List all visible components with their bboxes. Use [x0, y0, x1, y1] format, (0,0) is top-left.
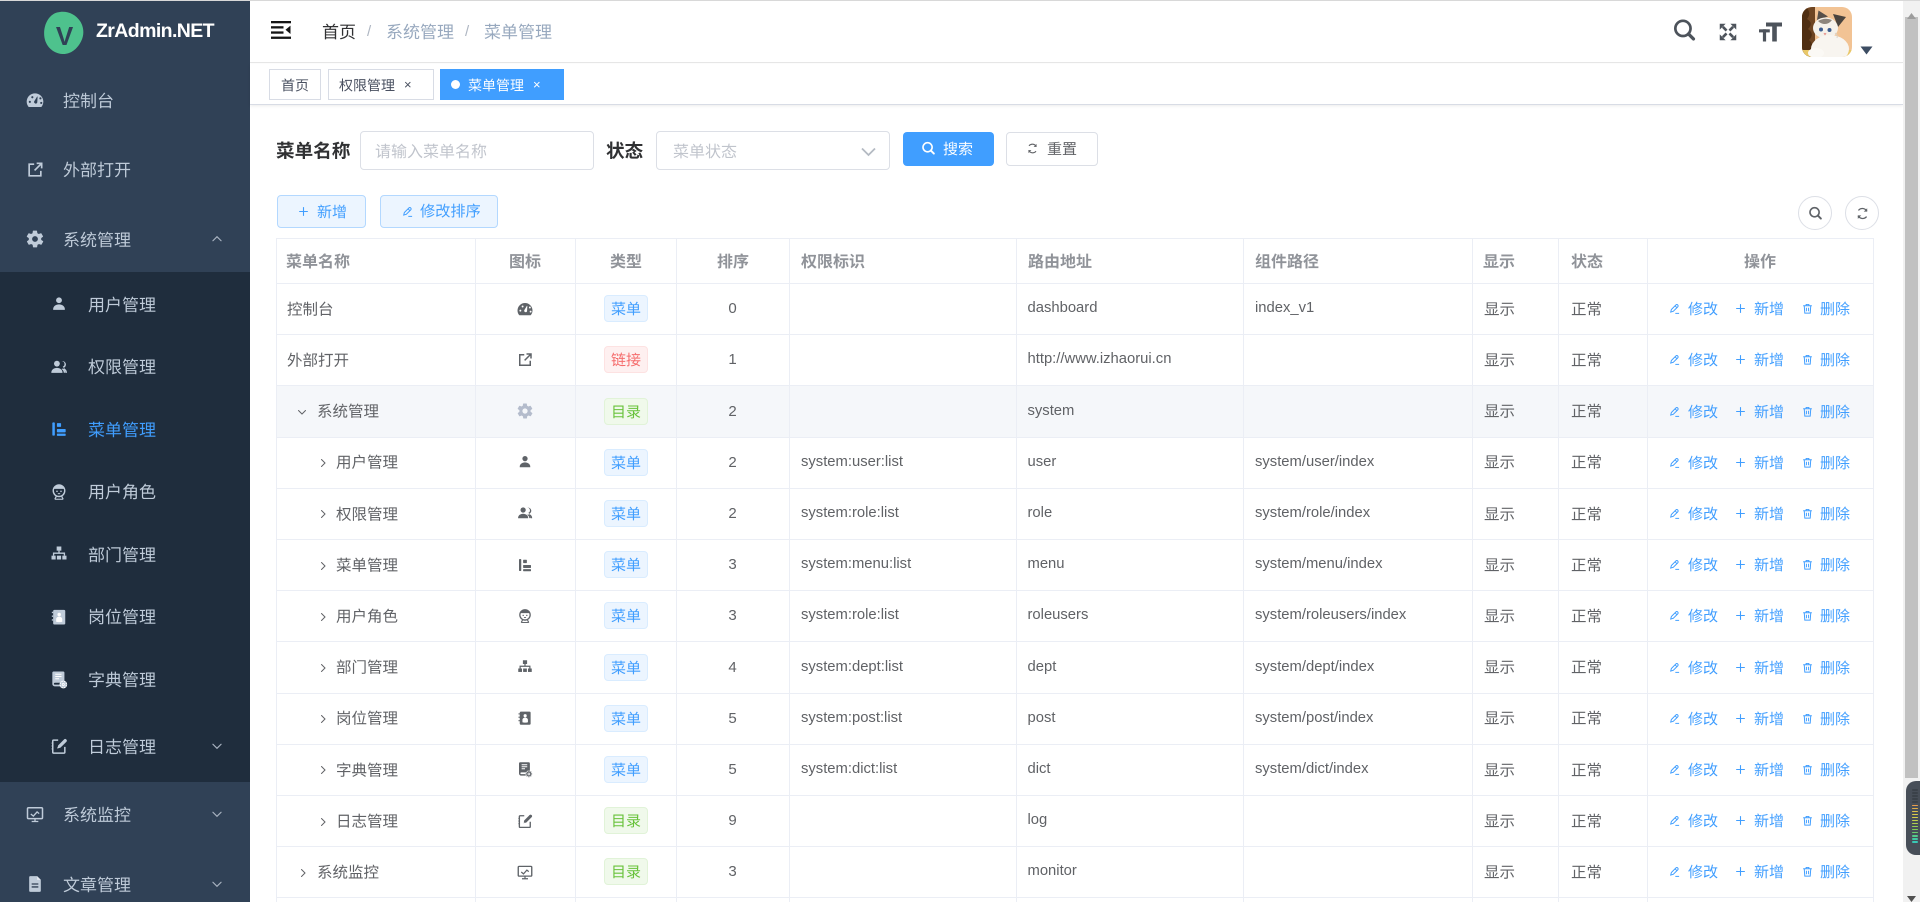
- svg-text:V: V: [56, 21, 74, 51]
